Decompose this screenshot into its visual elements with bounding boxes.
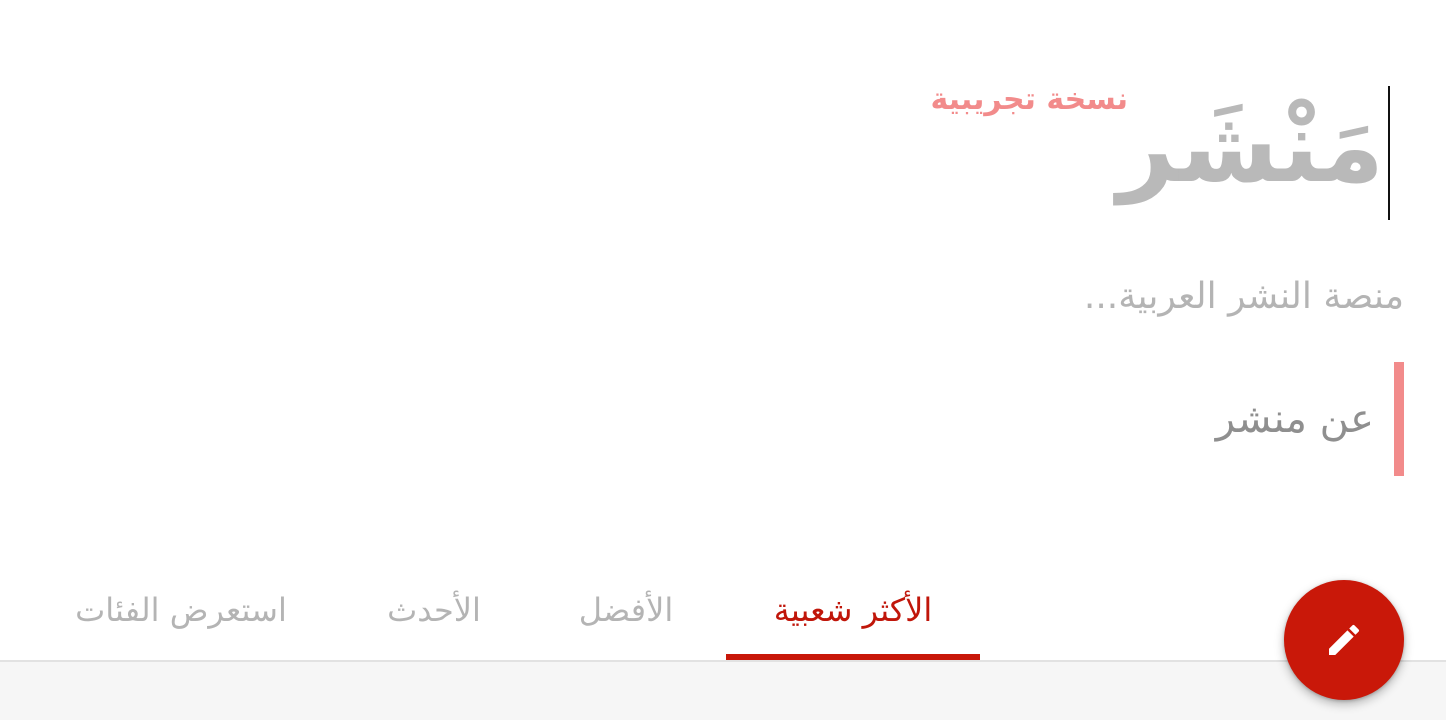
beta-badge: نسخة تجريبية (930, 82, 1128, 117)
tab-most-popular[interactable]: الأكثر شعبية (726, 560, 980, 660)
content-area (0, 660, 1446, 720)
logo-title: مَنْشَر (1117, 88, 1384, 205)
tab-best[interactable]: الأفضل (548, 560, 704, 660)
about-link-label: عن منشر (1215, 396, 1374, 442)
tab-browse-categories[interactable]: استعرض الفئات (40, 560, 322, 660)
logo[interactable]: مَنْشَر نسخة تجريبية (870, 82, 1390, 220)
tab-bar: الأكثر شعبية الأفضل الأحدث استعرض الفئات (0, 560, 1446, 660)
compose-button[interactable] (1284, 580, 1404, 700)
pencil-icon (1329, 624, 1360, 655)
about-link[interactable]: عن منشر (1216, 362, 1404, 476)
tab-latest[interactable]: الأحدث (358, 560, 510, 660)
tagline: منصة النشر العربية... (1083, 276, 1404, 317)
logo-divider (1388, 86, 1390, 220)
